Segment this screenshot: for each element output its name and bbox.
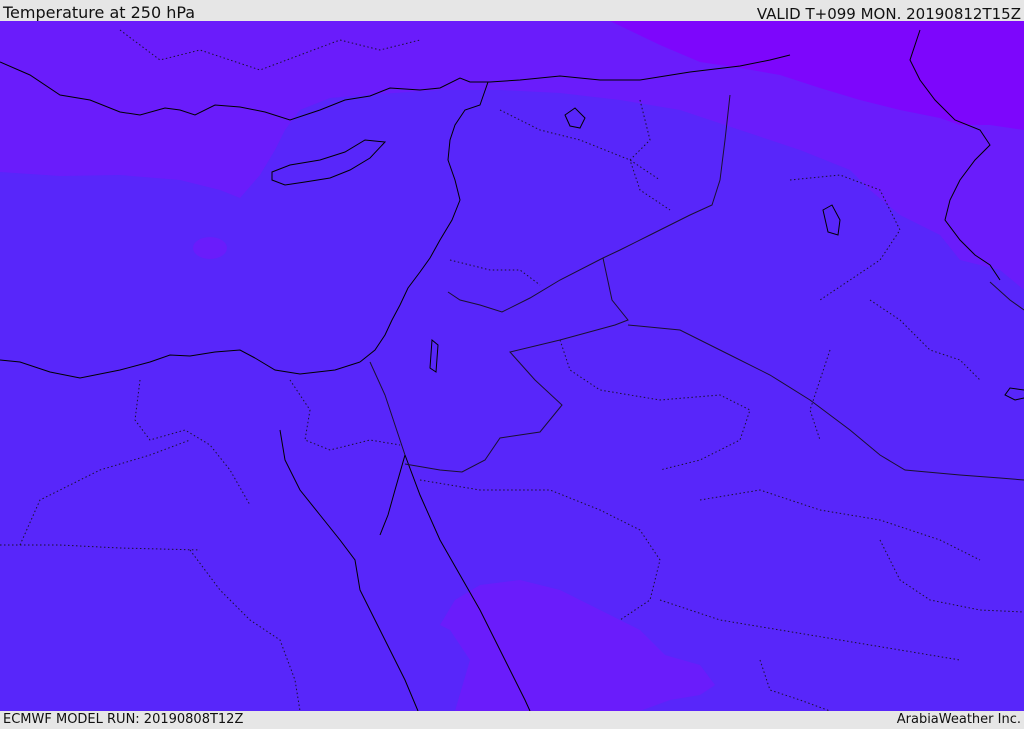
model-run: ECMWF MODEL RUN: 20190808T12Z xyxy=(3,712,244,727)
weather-map xyxy=(0,21,1024,711)
header-bar: Temperature at 250 hPa VALID T+099 MON. … xyxy=(0,0,1024,23)
credit: ArabiaWeather Inc. xyxy=(896,712,1021,727)
footer-bar: ECMWF MODEL RUN: 20190808T12Z ArabiaWeat… xyxy=(0,711,1024,729)
temperature-blob xyxy=(193,237,227,259)
map-title: Temperature at 250 hPa xyxy=(3,3,196,22)
